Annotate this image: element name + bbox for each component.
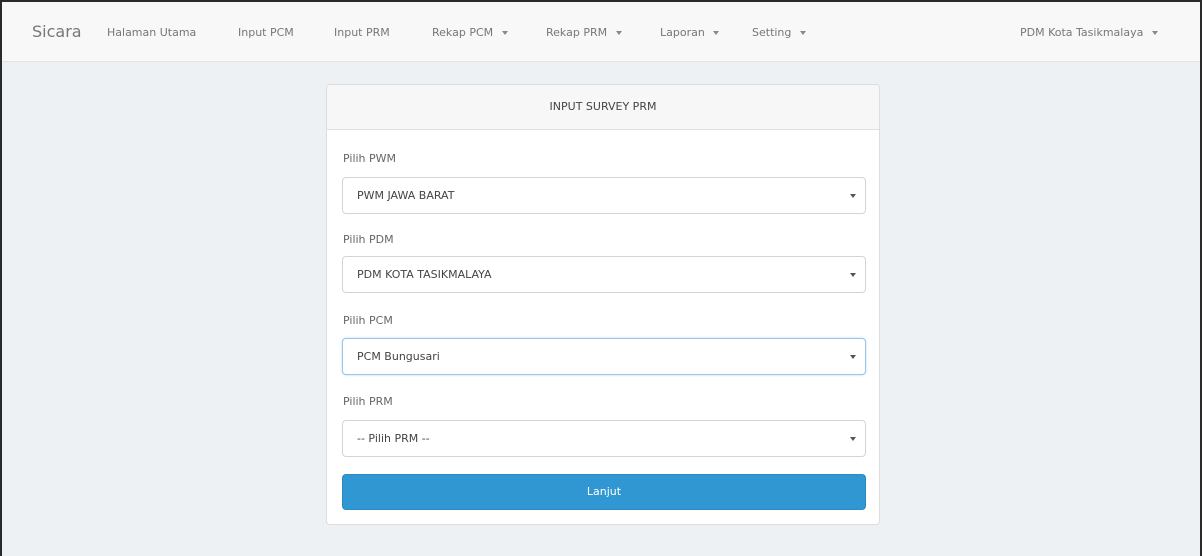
select-arrow-icon bbox=[850, 437, 856, 441]
prm-select[interactable]: -- Pilih PRM -- bbox=[342, 420, 866, 457]
pcm-label: Pilih PCM bbox=[343, 314, 393, 327]
prm-select-value: -- Pilih PRM -- bbox=[357, 432, 430, 445]
nav-item-label: Rekap PCM bbox=[432, 26, 494, 39]
pdm-label: Pilih PDM bbox=[343, 233, 394, 246]
nav-item-setting[interactable]: Setting bbox=[752, 26, 806, 39]
nav-item-label: Input PRM bbox=[334, 26, 390, 39]
caret-down-icon bbox=[501, 31, 508, 35]
pwm-label: Pilih PWM bbox=[343, 152, 397, 165]
prm-label: Pilih PRM bbox=[343, 395, 393, 408]
pdm-select[interactable]: PDM KOTA TASIKMALAYA bbox=[342, 256, 866, 293]
select-arrow-icon bbox=[850, 194, 856, 198]
nav-item-halaman-utama[interactable]: Halaman Utama bbox=[107, 26, 196, 39]
caret-down-icon bbox=[615, 31, 622, 35]
nav-item-label: Input PCM bbox=[238, 26, 294, 39]
pwm-select-value: PWM JAWA BARAT bbox=[357, 189, 455, 202]
nav-item-laporan[interactable]: Laporan bbox=[660, 26, 720, 39]
nav-item-input-prm[interactable]: Input PRM bbox=[334, 26, 390, 39]
brand-logo[interactable]: Sicara bbox=[32, 22, 82, 41]
pdm-select-value: PDM KOTA TASIKMALAYA bbox=[357, 268, 492, 281]
top-navbar: Sicara Halaman Utama Input PCM Input PRM… bbox=[2, 2, 1200, 62]
nav-item-rekap-pcm[interactable]: Rekap PCM bbox=[432, 26, 508, 39]
user-menu[interactable]: PDM Kota Tasikmalaya bbox=[1020, 26, 1158, 39]
survey-panel: INPUT SURVEY PRM Pilih PWM PWM JAWA BARA… bbox=[326, 84, 880, 525]
select-arrow-icon bbox=[850, 273, 856, 277]
nav-item-label: Laporan bbox=[660, 26, 705, 39]
nav-item-label: Rekap PRM bbox=[546, 26, 608, 39]
select-arrow-icon bbox=[850, 355, 856, 359]
caret-down-icon bbox=[713, 31, 720, 35]
nav-item-label: Halaman Utama bbox=[107, 26, 197, 39]
app-window: Sicara Halaman Utama Input PCM Input PRM… bbox=[0, 0, 1202, 556]
pwm-select[interactable]: PWM JAWA BARAT bbox=[342, 177, 866, 214]
caret-down-icon bbox=[1151, 31, 1158, 35]
nav-item-input-pcm[interactable]: Input PCM bbox=[238, 26, 294, 39]
pcm-select[interactable]: PCM Bungusari bbox=[342, 338, 866, 375]
caret-down-icon bbox=[799, 31, 806, 35]
nav-item-rekap-prm[interactable]: Rekap PRM bbox=[546, 26, 622, 39]
lanjut-button[interactable]: Lanjut bbox=[342, 474, 866, 510]
nav-item-label: Setting bbox=[752, 26, 792, 39]
pcm-select-value: PCM Bungusari bbox=[357, 350, 440, 363]
panel-title: INPUT SURVEY PRM bbox=[327, 85, 879, 130]
user-menu-label: PDM Kota Tasikmalaya bbox=[1020, 26, 1144, 39]
